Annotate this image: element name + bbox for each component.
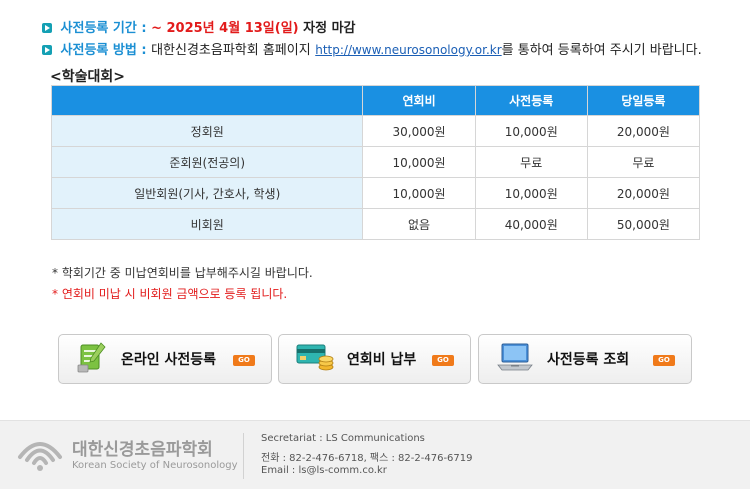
fee-cell: 10,000원 <box>474 115 588 147</box>
arrow-bullet-icon <box>42 45 52 55</box>
footer-email: Email : ls@ls-comm.co.kr <box>261 465 387 476</box>
method-prefix: 대한신경초음파학회 홈페이지 <box>151 43 311 58</box>
homepage-link[interactable]: http://www.neurosonology.or.kr <box>315 43 501 57</box>
footer: 대한신경초음파학회 Korean Society of Neurosonolog… <box>0 420 750 489</box>
table-row: 비회원 없음 40,000원 50,000원 <box>50 208 701 240</box>
fee-cell: 없음 <box>362 208 476 240</box>
arrow-bullet-icon <box>42 23 52 33</box>
table-header-blank <box>50 85 364 116</box>
go-badge-icon: GO <box>653 355 675 366</box>
go-badge-icon: GO <box>432 355 454 366</box>
registration-lookup-label: 사전등록 조회 <box>547 352 630 368</box>
fee-cell: 10,000원 <box>362 146 476 178</box>
method-suffix: 를 통하여 등록하여 주시기 바랍니다. <box>501 43 702 58</box>
fee-cell: 20,000원 <box>586 115 701 147</box>
credit-card-coins-icon <box>295 342 335 376</box>
member-type-cell: 비회원 <box>50 208 364 240</box>
fee-cell: 무료 <box>474 146 588 178</box>
sound-wave-logo-icon <box>16 435 64 479</box>
table-header-pre-registration: 사전등록 <box>474 85 588 116</box>
registration-method-line: 사전등록 방법 : 대한신경초음파학회 홈페이지 http://www.neur… <box>42 39 702 58</box>
online-registration-button[interactable]: 온라인 사전등록 GO <box>58 334 272 384</box>
fee-table: 연회비 사전등록 당일등록 정회원 30,000원 10,000원 20,000… <box>50 85 701 240</box>
annual-fee-payment-label: 연회비 납부 <box>347 352 417 368</box>
table-header-onsite-registration: 당일등록 <box>586 85 701 116</box>
footer-phone-fax: 전화 : 82-2-476-6718, 팩스 : 82-2-476-6719 <box>261 453 473 464</box>
registration-deadline-line: 사전등록 기간 : ~ 2025년 4월 13일(일) 자정 마감 <box>42 17 356 36</box>
fee-cell: 무료 <box>586 146 701 178</box>
fee-cell: 50,000원 <box>586 208 701 240</box>
fee-cell: 30,000원 <box>362 115 476 147</box>
fee-cell: 40,000원 <box>474 208 588 240</box>
footer-society-name-ko: 대한신경초음파학회 <box>72 440 213 460</box>
footer-divider <box>243 433 244 479</box>
method-label: 사전등록 방법 : <box>60 43 147 58</box>
laptop-icon <box>495 341 535 377</box>
document-pen-icon <box>75 339 109 379</box>
registration-lookup-button[interactable]: 사전등록 조회 GO <box>478 334 692 384</box>
fee-cell: 10,000원 <box>362 177 476 209</box>
section-title: <학술대회> <box>50 69 125 85</box>
unpaid-fee-note: * 학회기간 중 미납연회비를 납부해주시길 바랍니다. <box>52 266 313 280</box>
annual-fee-payment-button[interactable]: 연회비 납부 GO <box>278 334 471 384</box>
member-type-cell: 준회원(전공의) <box>50 146 364 178</box>
table-header-row: 연회비 사전등록 당일등록 <box>50 85 701 116</box>
member-type-cell: 일반회원(기사, 간호사, 학생) <box>50 177 364 209</box>
member-type-cell: 정회원 <box>50 115 364 147</box>
deadline-suffix: 자정 마감 <box>303 21 356 36</box>
table-row: 일반회원(기사, 간호사, 학생) 10,000원 10,000원 20,000… <box>50 177 701 209</box>
footer-society-name-en: Korean Society of Neurosonology <box>72 460 238 471</box>
go-badge-icon: GO <box>233 355 255 366</box>
table-row: 정회원 30,000원 10,000원 20,000원 <box>50 115 701 147</box>
non-member-rate-note: * 연회비 미납 시 비회원 금액으로 등록 됩니다. <box>52 287 288 301</box>
footer-secretariat: Secretariat : LS Communications <box>261 433 425 444</box>
deadline-label: 사전등록 기간 : <box>60 21 147 36</box>
table-header-annual-fee: 연회비 <box>362 85 476 116</box>
fee-cell: 20,000원 <box>586 177 701 209</box>
table-row: 준회원(전공의) 10,000원 무료 무료 <box>50 146 701 178</box>
fee-cell: 10,000원 <box>474 177 588 209</box>
online-registration-label: 온라인 사전등록 <box>121 352 217 368</box>
deadline-value: ~ 2025년 4월 13일(일) <box>151 21 299 36</box>
